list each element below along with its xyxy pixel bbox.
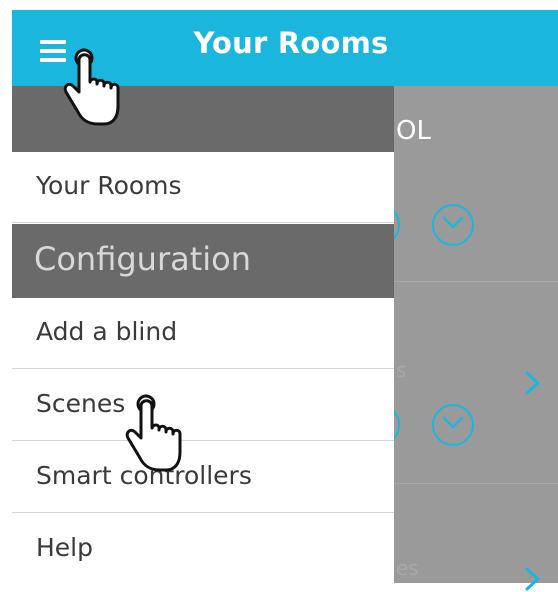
room-subtitle-partial: s: [396, 358, 407, 382]
chevron-down-icon: [442, 216, 464, 229]
drawer-item-help[interactable]: Help: [12, 514, 394, 585]
chevron-down-icon: [442, 416, 464, 429]
row-divider: [394, 483, 558, 484]
pointing-hand-cursor-icon: [125, 394, 182, 472]
down-button[interactable]: [432, 404, 474, 446]
drawer-item-label: Help: [36, 533, 93, 562]
drawer-item-your-rooms[interactable]: Your Rooms: [12, 152, 394, 223]
room-subtitle-partial: es: [396, 556, 419, 580]
room-title-partial: OL: [396, 116, 431, 146]
drawer-item-smart-controllers[interactable]: Smart controllers: [12, 442, 394, 513]
drawer-item-label: Add a blind: [36, 317, 178, 346]
top-strip: [0, 0, 558, 10]
down-button[interactable]: [432, 204, 474, 246]
drawer-item-label: Your Rooms: [36, 171, 182, 200]
section-label: Configuration: [34, 240, 252, 278]
chevron-right-icon[interactable]: [524, 566, 542, 592]
drawer-item-label: Scenes: [36, 389, 126, 418]
navigation-drawer: Your Rooms Configuration Add a blind Sce…: [12, 86, 394, 585]
drawer-item-scenes[interactable]: Scenes: [12, 370, 394, 441]
drawer-item-add-a-blind[interactable]: Add a blind: [12, 298, 394, 369]
pointing-hand-cursor-icon: [63, 48, 120, 126]
chevron-right-icon[interactable]: [524, 370, 542, 396]
row-divider: [394, 281, 558, 282]
drawer-section-configuration: Configuration: [12, 224, 394, 298]
